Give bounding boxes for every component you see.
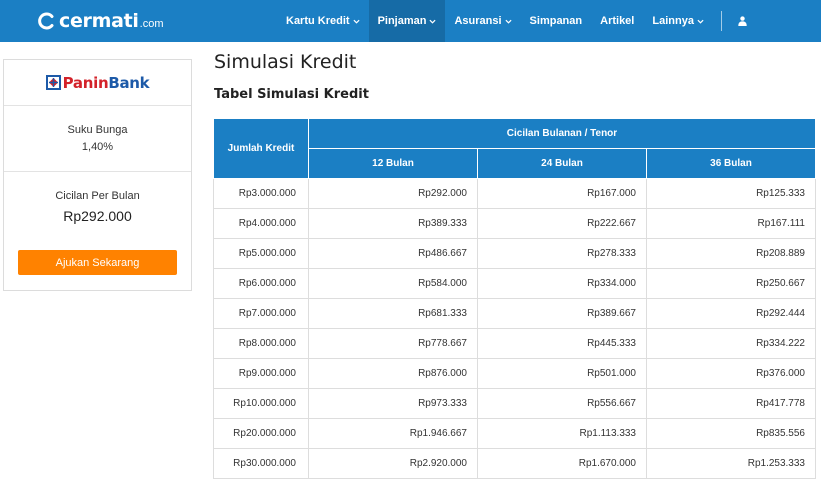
nav-item-label: Asuransi: [454, 15, 502, 27]
table-row: Rp9.000.000 Rp876.000 Rp501.000 Rp376.000: [213, 358, 816, 389]
cell-jumlah-kredit: Rp10.000.000: [213, 388, 309, 419]
nav-item-artikel[interactable]: Artikel: [591, 0, 643, 42]
column-header-tenor-24: 24 Bulan: [477, 148, 647, 179]
cell-tenor-36: Rp167.111: [646, 208, 816, 239]
chevron-down-icon: [429, 19, 437, 24]
column-group-header: Cicilan Bulanan / Tenor: [308, 118, 816, 149]
cell-tenor-36: Rp417.778: [646, 388, 816, 419]
cell-tenor-24: Rp1.113.333: [477, 418, 647, 449]
logo-suffix: .com: [139, 17, 164, 30]
cell-tenor-24: Rp445.333: [477, 328, 647, 359]
cermati-logo-icon: [38, 12, 54, 30]
cell-jumlah-kredit: Rp8.000.000: [213, 328, 309, 359]
table-row: Rp20.000.000 Rp1.946.667 Rp1.113.333 Rp835.…: [213, 418, 816, 449]
cell-jumlah-kredit: Rp9.000.000: [213, 358, 309, 389]
nav-divider: [720, 11, 722, 31]
cell-tenor-36: Rp376.000: [646, 358, 816, 389]
bank-name: PaninBank: [63, 74, 150, 92]
page-title: Simulasi Kredit: [214, 51, 357, 73]
column-header-kredit: Jumlah Kredit: [213, 118, 309, 179]
nav-item-label: Simpanan: [529, 15, 583, 27]
cell-jumlah-kredit: Rp4.000.000: [213, 208, 309, 239]
cell-tenor-24: Rp334.000: [477, 268, 647, 299]
monthly-installment-label: Cicilan Per Bulan: [55, 190, 140, 202]
interest-rate-value: 1,40%: [81, 141, 114, 153]
nav-item-pinjaman[interactable]: Pinjaman: [368, 0, 446, 42]
nav-item-lainnya[interactable]: Lainnya: [643, 0, 713, 42]
cell-tenor-24: Rp167.000: [477, 178, 647, 209]
interest-rate-label: Suku Bunga: [67, 124, 128, 136]
nav-item-asuransi[interactable]: Asuransi: [445, 0, 520, 42]
table-row: Rp3.000.000 Rp292.000 Rp167.000 Rp125.333: [213, 178, 816, 209]
nav-item-kartu-kredit[interactable]: Kartu Kredit: [277, 0, 369, 42]
nav-item-label: Artikel: [600, 15, 635, 27]
cell-tenor-12: Rp973.333: [308, 388, 478, 419]
cell-tenor-12: Rp2.920.000: [308, 448, 478, 479]
cell-tenor-12: Rp681.333: [308, 298, 478, 329]
cell-tenor-24: Rp1.670.000: [477, 448, 647, 479]
monthly-installment-section: Cicilan Per Bulan Rp292.000: [4, 172, 191, 224]
nav-item-label: Lainnya: [652, 15, 694, 27]
cell-tenor-12: Rp389.333: [308, 208, 478, 239]
cell-tenor-36: Rp1.253.333: [646, 448, 816, 479]
bank-name-part1: Panin: [62, 73, 109, 92]
cell-tenor-12: Rp778.667: [308, 328, 478, 359]
table-row: Rp30.000.000 Rp2.920.000 Rp1.670.000 Rp1.25…: [213, 448, 816, 479]
cell-jumlah-kredit: Rp6.000.000: [213, 268, 309, 299]
cell-tenor-24: Rp278.333: [477, 238, 647, 269]
table-row: Rp6.000.000 Rp584.000 Rp334.000 Rp250.667: [213, 268, 816, 299]
cell-tenor-36: Rp250.667: [646, 268, 816, 299]
table-row: Rp5.000.000 Rp486.667 Rp278.333 Rp208.889: [213, 238, 816, 269]
cell-tenor-24: Rp222.667: [477, 208, 647, 239]
cell-tenor-12: Rp486.667: [308, 238, 478, 269]
panin-bank-logo: PaninBank: [45, 74, 150, 92]
cermati-logo[interactable]: cermati .com: [38, 10, 163, 32]
main-nav: Kartu Kredit Pinjaman Asuransi Simpanan …: [277, 0, 755, 42]
bank-name-part2: Bank: [108, 73, 150, 92]
chevron-down-icon: [697, 19, 704, 24]
cell-tenor-12: Rp292.000: [308, 178, 478, 209]
apply-now-button[interactable]: Ajukan Sekarang: [18, 250, 177, 275]
cell-jumlah-kredit: Rp3.000.000: [213, 178, 309, 209]
interest-rate-section: Suku Bunga 1,40%: [4, 106, 191, 172]
cell-tenor-36: Rp292.444: [646, 298, 816, 329]
logo-text: cermati: [59, 10, 139, 32]
cell-jumlah-kredit: Rp30.000.000: [213, 448, 309, 479]
column-header-tenor-36: 36 Bulan: [646, 148, 816, 179]
cell-tenor-12: Rp1.946.667: [308, 418, 478, 449]
cell-jumlah-kredit: Rp20.000.000: [213, 418, 309, 449]
table-row: Rp7.000.000 Rp681.333 Rp389.667 Rp292.444: [213, 298, 816, 329]
chevron-down-icon: [504, 19, 512, 24]
table-body: Rp3.000.000 Rp292.000 Rp167.000 Rp125.333 Rp…: [213, 178, 816, 479]
cell-tenor-12: Rp584.000: [308, 268, 478, 299]
table-row: Rp4.000.000 Rp389.333 Rp222.667 Rp167.111: [213, 208, 816, 239]
table-header-row: Jumlah Kredit Cicilan Bulanan / Tenor: [213, 118, 816, 179]
cell-tenor-24: Rp556.667: [477, 388, 647, 419]
credit-simulation-table: Jumlah Kredit Cicilan Bulanan / Tenor 12…: [213, 118, 816, 479]
top-navbar: cermati .com Kartu Kredit Pinjaman Asura…: [0, 0, 821, 42]
cell-tenor-36: Rp835.556: [646, 418, 816, 449]
table-row: Rp10.000.000 Rp973.333 Rp556.667 Rp417.778: [213, 388, 816, 419]
panin-bank-logo-icon: [45, 75, 61, 90]
user-icon[interactable]: [730, 0, 755, 42]
monthly-installment-value: Rp292.000: [63, 208, 132, 224]
table-row: Rp8.000.000 Rp778.667 Rp445.333 Rp334.222: [213, 328, 816, 359]
section-subtitle: Tabel Simulasi Kredit: [214, 87, 369, 102]
chevron-down-icon: [353, 19, 360, 24]
cell-tenor-36: Rp334.222: [646, 328, 816, 359]
cell-jumlah-kredit: Rp5.000.000: [213, 238, 309, 269]
cell-tenor-24: Rp389.667: [477, 298, 647, 329]
bank-logo-section: PaninBank: [4, 60, 191, 106]
cell-tenor-12: Rp876.000: [308, 358, 478, 389]
user-icon-glyph: [738, 16, 747, 26]
cell-tenor-36: Rp125.333: [646, 178, 816, 209]
cell-tenor-36: Rp208.889: [646, 238, 816, 269]
nav-item-simpanan[interactable]: Simpanan: [521, 0, 592, 42]
cell-tenor-24: Rp501.000: [477, 358, 647, 389]
column-header-tenor-12: 12 Bulan: [308, 148, 478, 179]
cell-jumlah-kredit: Rp7.000.000: [213, 298, 309, 329]
loan-summary-card: PaninBank Suku Bunga 1,40% Cicilan Per B…: [3, 59, 192, 291]
nav-item-label: Pinjaman: [377, 15, 427, 27]
nav-item-label: Kartu Kredit: [286, 15, 350, 27]
